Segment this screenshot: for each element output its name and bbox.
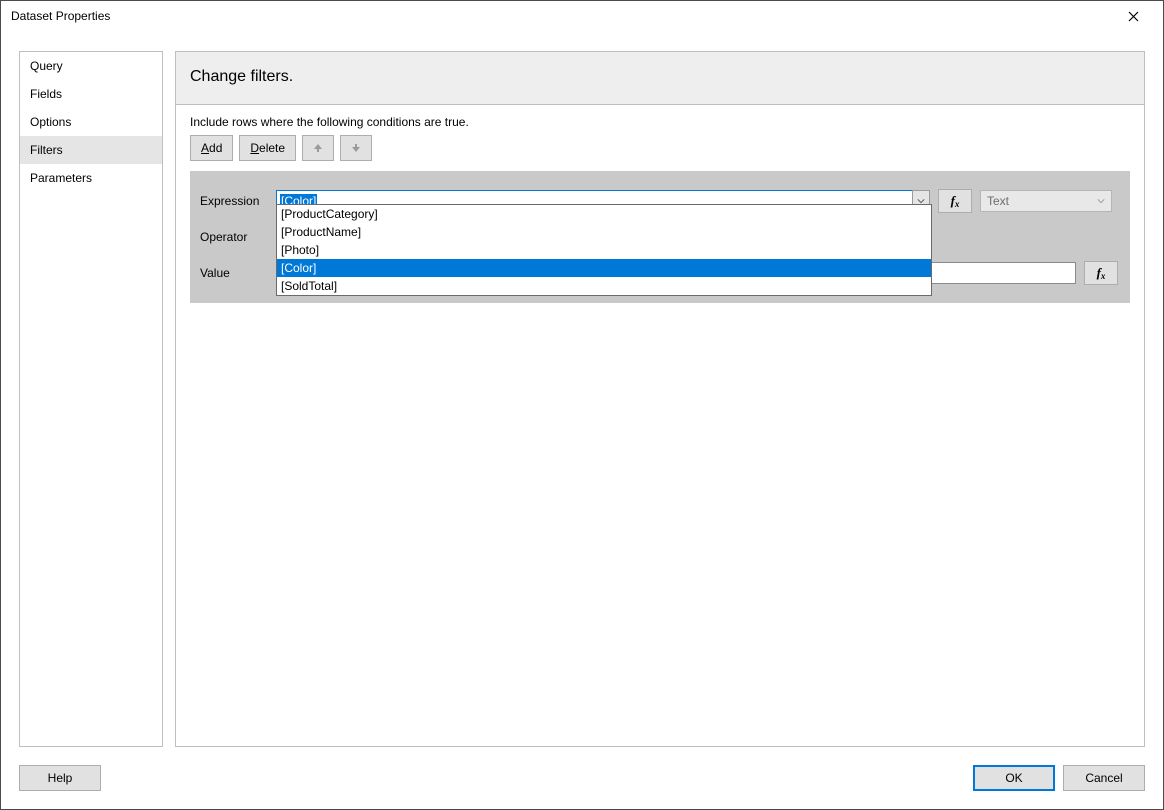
dropdown-option[interactable]: [ProductName]	[277, 223, 931, 241]
instruction-text: Include rows where the following conditi…	[190, 115, 1130, 129]
dialog-footer: Help OK Cancel	[19, 765, 1145, 791]
close-button[interactable]	[1111, 2, 1155, 30]
filters-panel: Expression [Color] fx Text	[190, 171, 1130, 303]
value-fx-button[interactable]: fx	[1084, 261, 1118, 285]
expression-dropdown-list: [ProductCategory] [ProductName] [Photo] …	[276, 204, 932, 296]
dropdown-option[interactable]: [ProductCategory]	[277, 205, 931, 223]
close-icon	[1128, 11, 1139, 22]
fx-icon: fx	[951, 193, 960, 209]
fx-icon: fx	[1097, 265, 1106, 281]
dropdown-option[interactable]: [Color]	[277, 259, 931, 277]
ok-button[interactable]: OK	[973, 765, 1055, 791]
add-button[interactable]: Add	[190, 135, 233, 161]
titlebar: Dataset Properties	[1, 1, 1163, 31]
datatype-combo[interactable]: Text	[980, 190, 1112, 212]
dropdown-option[interactable]: [SoldTotal]	[277, 277, 931, 295]
operator-label: Operator	[200, 230, 276, 244]
nav-sidebar: Query Fields Options Filters Parameters	[19, 51, 163, 747]
main-heading: Change filters.	[176, 52, 1144, 105]
expression-label: Expression	[200, 194, 276, 208]
sidebar-item-parameters[interactable]: Parameters	[20, 164, 162, 192]
sidebar-item-fields[interactable]: Fields	[20, 80, 162, 108]
delete-button[interactable]: Delete	[239, 135, 296, 161]
sidebar-item-query[interactable]: Query	[20, 52, 162, 80]
value-label: Value	[200, 266, 276, 280]
move-down-button[interactable]	[340, 135, 372, 161]
sidebar-item-options[interactable]: Options	[20, 108, 162, 136]
chevron-down-icon	[1097, 194, 1105, 208]
main-pane: Change filters. Include rows where the f…	[175, 51, 1145, 747]
arrow-up-icon	[313, 143, 323, 153]
expression-fx-button[interactable]: fx	[938, 189, 972, 213]
dropdown-option[interactable]: [Photo]	[277, 241, 931, 259]
help-button[interactable]: Help	[19, 765, 101, 791]
arrow-down-icon	[351, 143, 361, 153]
window-title: Dataset Properties	[11, 9, 1111, 23]
cancel-button[interactable]: Cancel	[1063, 765, 1145, 791]
filters-toolbar: Add Delete	[190, 135, 1130, 161]
sidebar-item-filters[interactable]: Filters	[20, 136, 162, 164]
move-up-button[interactable]	[302, 135, 334, 161]
